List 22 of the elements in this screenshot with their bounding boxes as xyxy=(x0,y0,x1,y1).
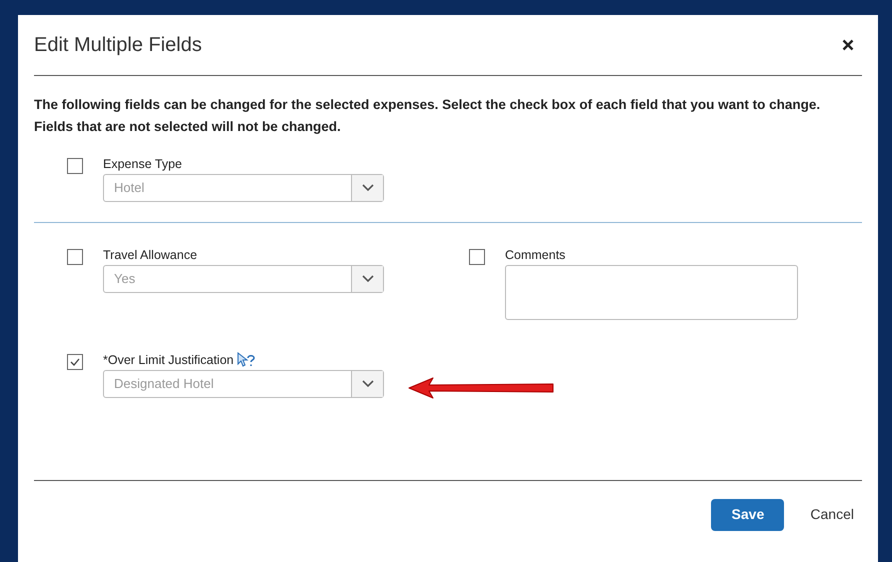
cancel-button[interactable]: Cancel xyxy=(804,498,860,530)
chevron-down-icon xyxy=(362,275,374,283)
checkbox[interactable] xyxy=(469,249,485,265)
comments-field[interactable] xyxy=(505,265,798,320)
checkmark-icon xyxy=(69,356,81,368)
instructions-text: The following fields can be changed for the selected expenses. Select the check box of each field that you want to change. Fields that are not selected will not be changed. xyxy=(34,96,822,136)
chevron-down-icon xyxy=(362,380,374,388)
dropdown-field[interactable]: Designated Hotel xyxy=(103,370,384,398)
field-label: Comments xyxy=(505,247,566,263)
field-label: *Over Limit Justification xyxy=(103,352,234,368)
save-button[interactable]: Save xyxy=(711,498,784,530)
chevron-down-icon xyxy=(362,184,374,192)
dialog-title: Edit Multiple Fields xyxy=(34,33,202,58)
checkbox[interactable] xyxy=(67,158,83,174)
close-icon[interactable] xyxy=(842,39,854,51)
field-label: Expense Type xyxy=(103,156,182,172)
checkbox[interactable] xyxy=(67,354,83,370)
field-label: Travel Allowance xyxy=(103,247,198,263)
checkbox[interactable] xyxy=(67,249,83,265)
dropdown-field[interactable]: Yes xyxy=(103,265,384,293)
dropdown-field[interactable]: Hotel xyxy=(103,174,384,202)
help-icon[interactable] xyxy=(236,351,256,368)
